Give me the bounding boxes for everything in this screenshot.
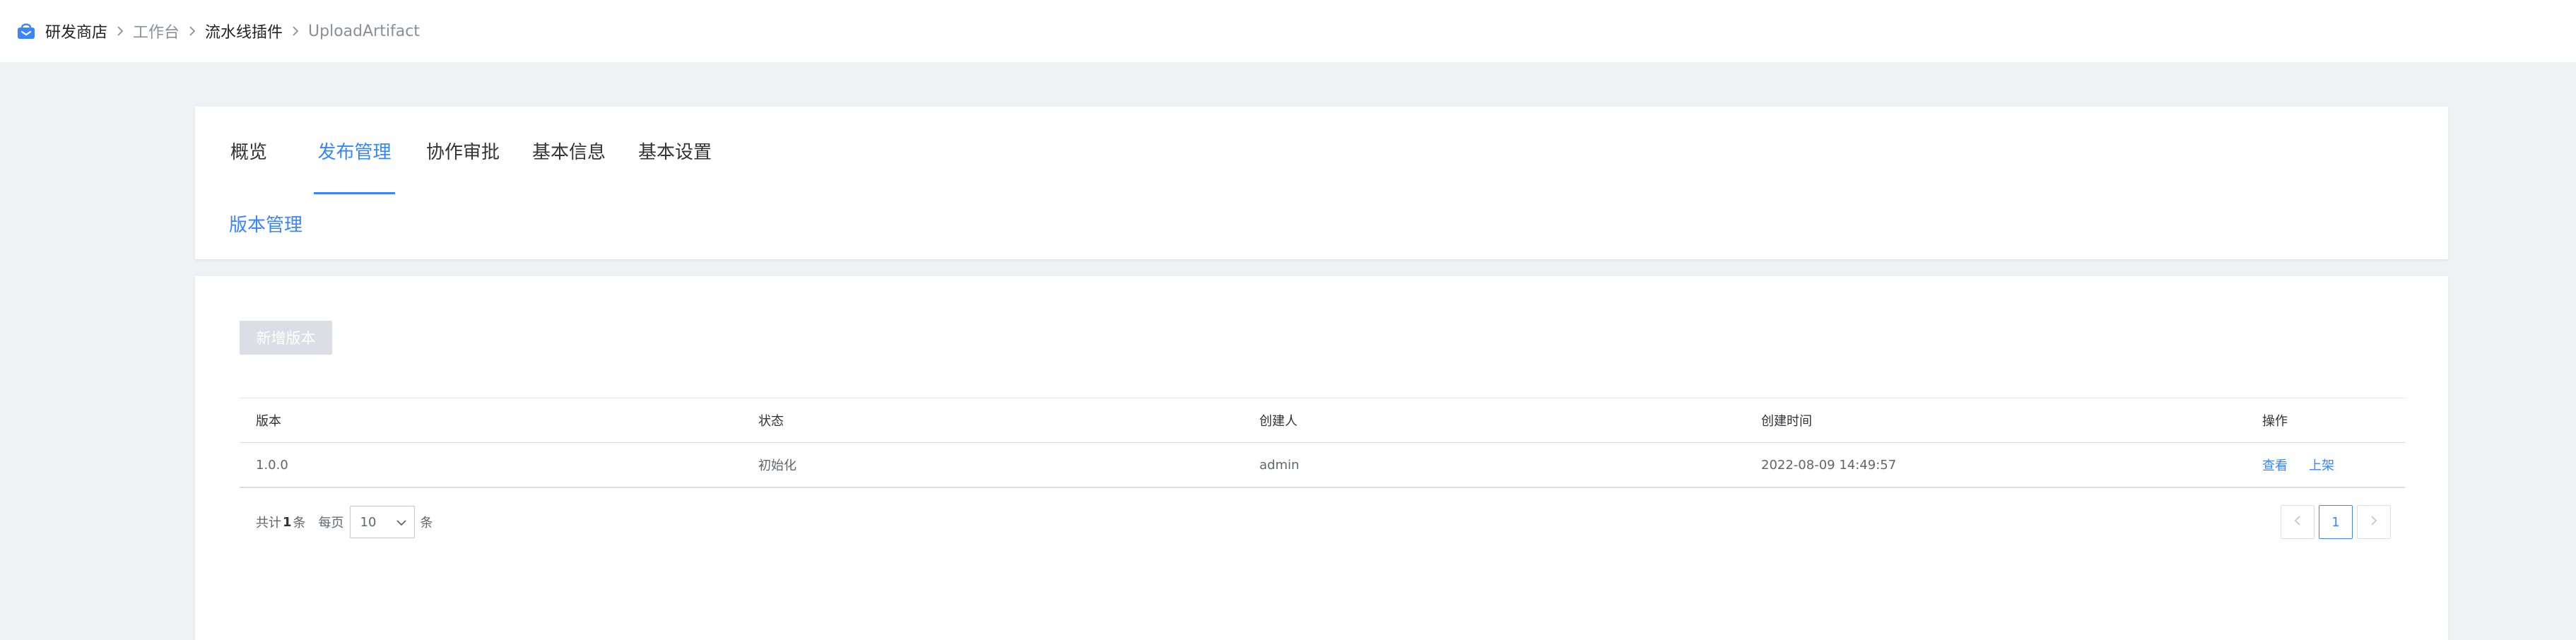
new-version-button[interactable]: 新增版本: [240, 321, 332, 355]
column-header-status: 状态: [758, 414, 784, 429]
page-number-button[interactable]: 1: [2319, 505, 2353, 539]
breadcrumb-item-workbench[interactable]: 工作台: [133, 20, 180, 42]
tabs-card: 概览 发布管理 协作审批 基本信息 基本设置 版本管理: [195, 107, 2448, 259]
chevron-right-icon: [188, 25, 196, 37]
view-link[interactable]: 查看: [2262, 456, 2288, 474]
top-header: 研发商店 工作台 流水线插件 UploadArtifact: [0, 0, 2576, 62]
tab-basic-info[interactable]: 基本信息: [532, 138, 606, 194]
column-header-actions: 操作: [2262, 414, 2288, 429]
subtab-version-management[interactable]: 版本管理: [229, 211, 302, 237]
chevron-right-icon: [2370, 515, 2377, 530]
tab-basic-settings[interactable]: 基本设置: [638, 138, 712, 194]
cell-creator: admin: [1259, 457, 1300, 473]
breadcrumb-item-current: UploadArtifact: [308, 22, 420, 40]
total-suffix: 条: [293, 516, 306, 531]
chevron-left-icon: [2294, 515, 2301, 530]
page-size-select[interactable]: 10: [349, 506, 415, 538]
publish-link[interactable]: 上架: [2309, 456, 2334, 474]
pagination: 共计 1 条 每页 10 条 1: [240, 505, 2405, 539]
page-size-value: 10: [360, 514, 377, 530]
column-header-version: 版本: [256, 414, 281, 429]
per-page-unit: 条: [420, 516, 433, 531]
chevron-right-icon: [291, 25, 300, 37]
page-navigator: 1: [2281, 505, 2391, 539]
cell-actions: 查看 上架: [2262, 443, 2356, 487]
prev-page-button[interactable]: [2281, 505, 2315, 539]
cell-status: 初始化: [758, 458, 796, 473]
content-card: 新增版本 版本 状态 创建人 创建时间 操作 1.0.0 初始化 admin 2…: [195, 276, 2448, 640]
pagination-summary: 共计 1 条 每页 10 条: [256, 505, 433, 539]
table-row: 1.0.0 初始化 admin 2022-08-09 14:49:57 查看 上…: [240, 443, 2405, 488]
total-prefix: 共计: [256, 516, 281, 531]
cell-version: 1.0.0: [256, 457, 288, 473]
per-page-label: 每页: [318, 516, 344, 531]
store-basket-icon[interactable]: [16, 20, 37, 42]
column-header-creator: 创建人: [1259, 414, 1298, 429]
chevron-down-icon: [396, 515, 407, 530]
chevron-right-icon: [116, 25, 124, 37]
cell-created-at: 2022-08-09 14:49:57: [1761, 457, 1897, 473]
version-table: 版本 状态 创建人 创建时间 操作 1.0.0 初始化 admin 2022-0…: [240, 398, 2405, 488]
tab-release-management[interactable]: 发布管理: [314, 138, 395, 194]
breadcrumb-item-store[interactable]: 研发商店: [45, 20, 107, 42]
tab-overview[interactable]: 概览: [230, 138, 267, 194]
next-page-button[interactable]: [2357, 505, 2391, 539]
breadcrumb: 研发商店 工作台 流水线插件 UploadArtifact: [45, 20, 420, 42]
total-count: 1: [283, 514, 292, 530]
column-header-created-at: 创建时间: [1761, 414, 1812, 429]
breadcrumb-item-pipeline-plugin[interactable]: 流水线插件: [205, 20, 283, 42]
tab-collaboration-approval[interactable]: 协作审批: [426, 138, 500, 194]
table-header: 版本 状态 创建人 创建时间 操作: [240, 398, 2405, 443]
